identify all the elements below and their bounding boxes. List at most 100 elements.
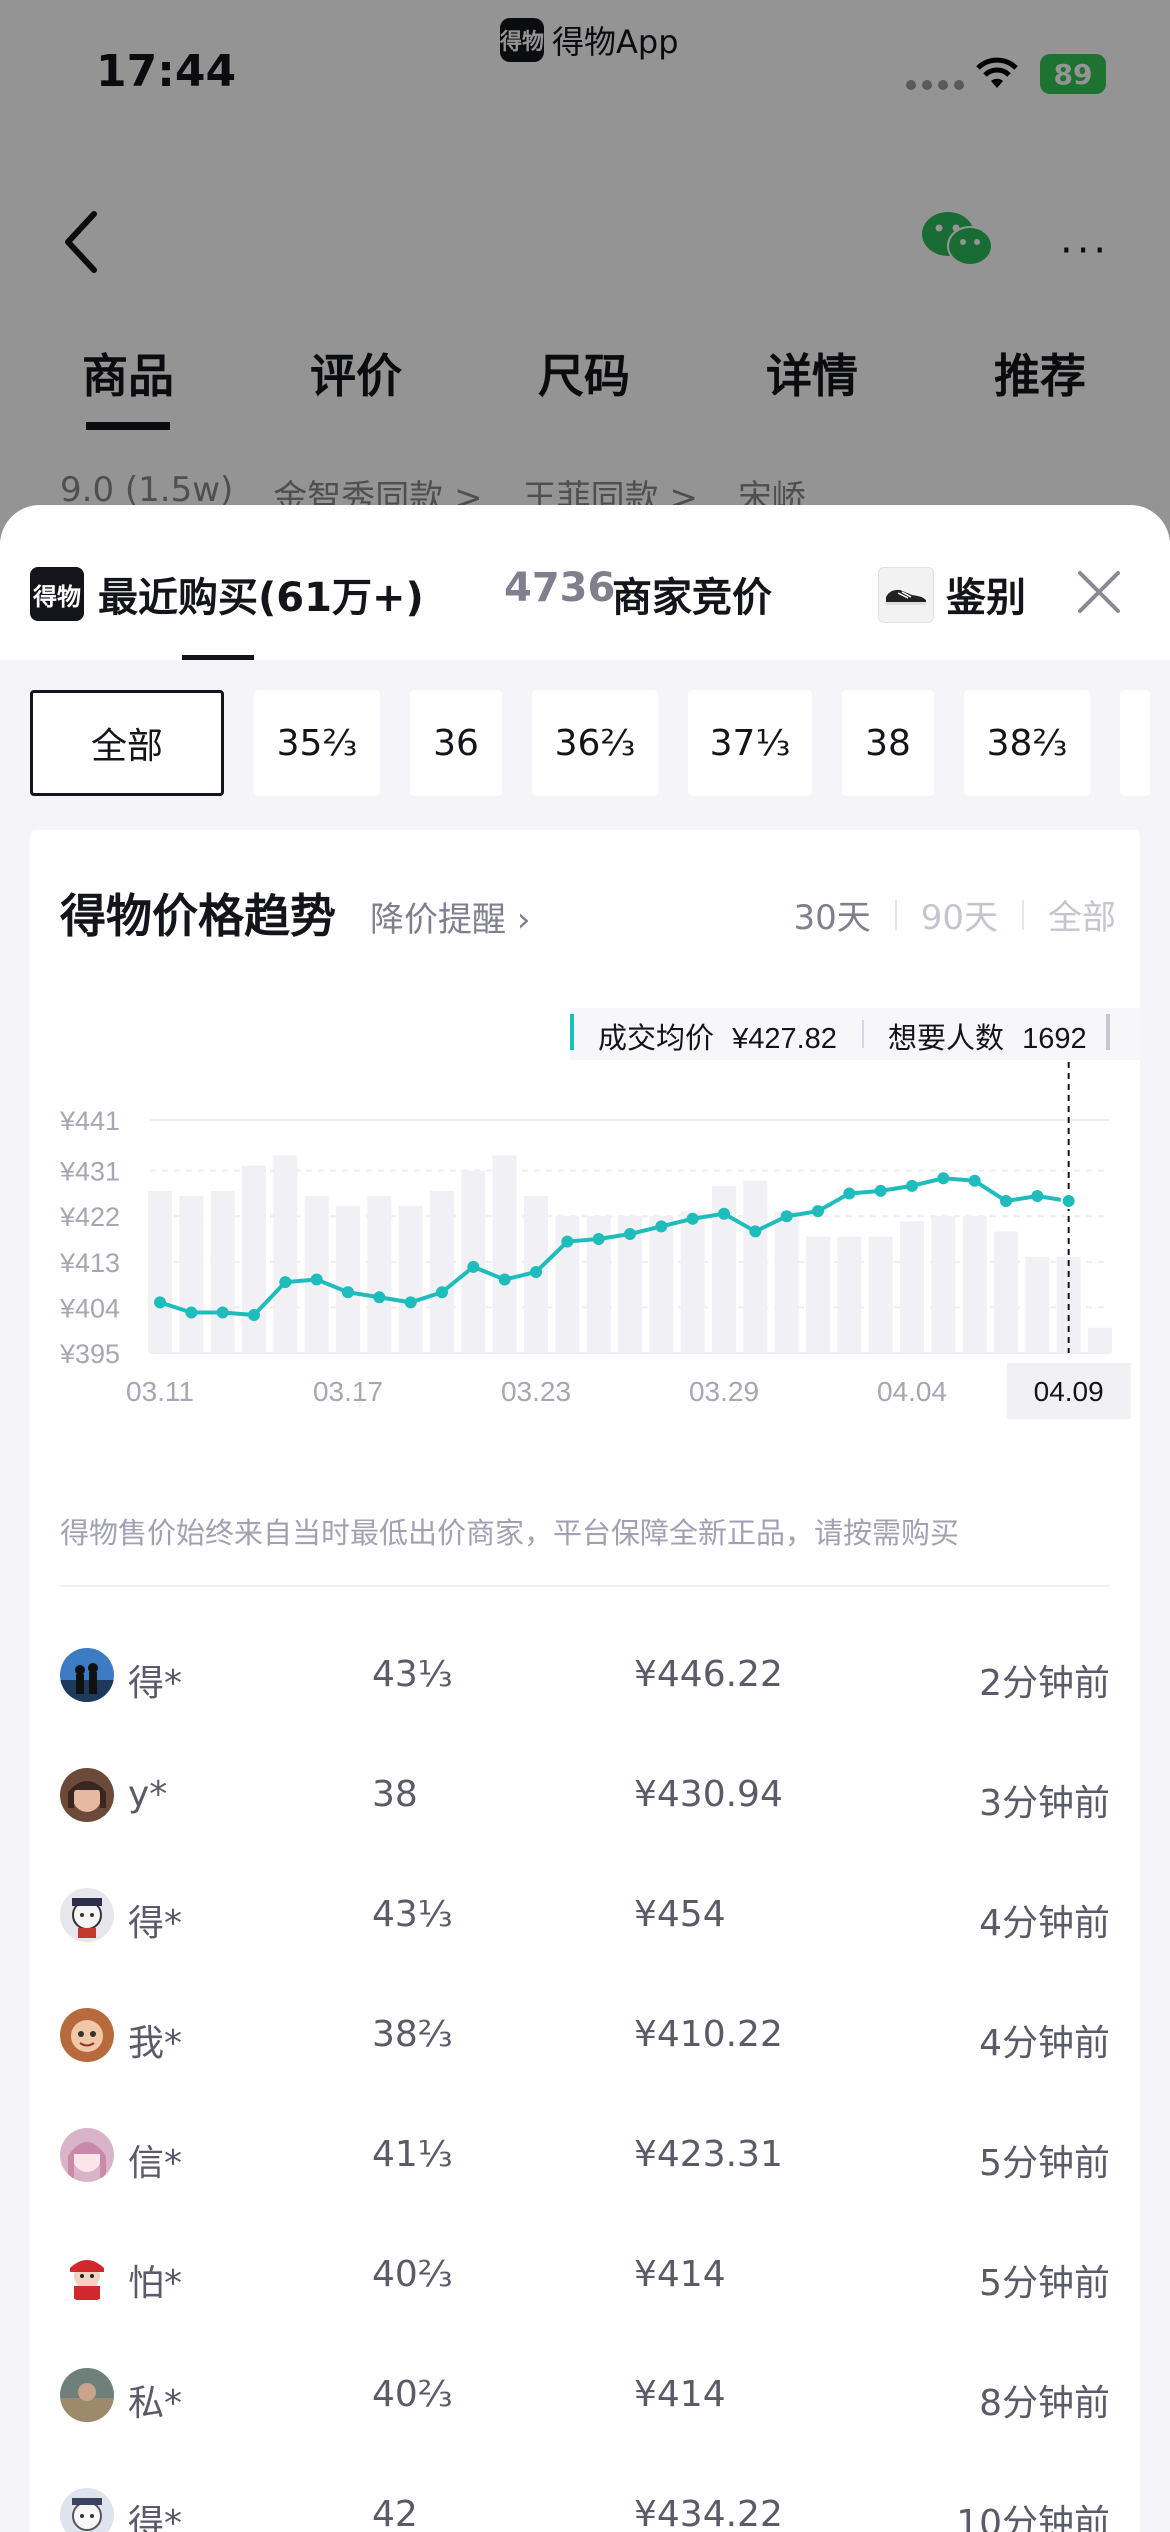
transaction-row: 我* 38⅔ ¥410.22 4分钟前 — [30, 1980, 1140, 2100]
x-tick-label: 04.09 — [1034, 1376, 1104, 1407]
volume-bar — [1025, 1256, 1050, 1353]
purchase-time: 5分钟前 — [979, 2263, 1110, 2304]
transaction-row: 得* 43⅓ ¥454 4分钟前 — [30, 1860, 1140, 1980]
y-tick-label: ¥422 — [59, 1202, 120, 1232]
range-tab-30d[interactable]: 30天 — [769, 890, 894, 939]
tooltip-divider — [862, 1020, 864, 1048]
price-alert-label: 降价提醒 — [370, 900, 506, 940]
volume-bar — [367, 1195, 392, 1353]
tooltip-avg-value: ¥427.82 — [731, 1023, 837, 1055]
price-point — [248, 1309, 260, 1322]
purchase-size: 43⅓ — [372, 1654, 453, 1695]
size-chip-partial[interactable] — [1120, 690, 1150, 796]
volume-bar — [210, 1190, 235, 1353]
transaction-row: 怕* 40⅔ ¥414 5分钟前 — [30, 2220, 1140, 2340]
trend-title: 得物价格趋势 — [60, 889, 336, 943]
size-chip[interactable]: 38 — [842, 690, 934, 796]
purchase-price: ¥446.22 — [634, 1654, 783, 1695]
purchase-size: 38 — [372, 1774, 418, 1815]
price-point — [718, 1207, 730, 1220]
tooltip-avg-label: 成交均价 — [598, 1022, 714, 1055]
y-tick-label: ¥404 — [59, 1293, 120, 1323]
x-tick-label: 04.04 — [877, 1376, 947, 1407]
purchase-time: 10分钟前 — [956, 2503, 1110, 2532]
size-chip[interactable]: 36⅔ — [532, 690, 658, 796]
x-tick-label: 03.11 — [126, 1376, 194, 1407]
price-point — [937, 1172, 950, 1185]
price-point — [874, 1184, 887, 1197]
purchase-price: ¥434.22 — [634, 2494, 783, 2532]
size-chip[interactable]: 38⅔ — [964, 690, 1090, 796]
buyer-name: 怕* — [128, 2263, 183, 2304]
price-point — [498, 1273, 511, 1286]
volume-bar — [962, 1216, 987, 1353]
y-tick-label: ¥441 — [59, 1106, 120, 1136]
price-point — [154, 1296, 166, 1309]
size-chip[interactable]: 35⅔ — [254, 690, 380, 796]
size-chip-all[interactable]: 全部 — [30, 690, 224, 796]
volume-bar — [148, 1190, 172, 1353]
tab-authentication[interactable]: 鉴别 — [946, 565, 1026, 623]
price-trend-card: 得物价格趋势 降价提醒 › 30天 90天 全部 ¥441 ¥431 ¥422 ¥41… — [30, 830, 1140, 2532]
tab-merchant-bids[interactable]: 商家竞价 — [612, 565, 772, 623]
volume-bar — [806, 1236, 830, 1353]
divider — [60, 1585, 1110, 1587]
transaction-row: 得* 42 ¥434.22 10分钟前 — [30, 2460, 1140, 2532]
purchase-price: ¥414 — [634, 2254, 726, 2295]
purchase-size: 40⅔ — [372, 2254, 453, 2295]
volume-bar — [649, 1216, 674, 1353]
price-alert-link[interactable]: 降价提醒 › — [370, 892, 530, 941]
price-point — [310, 1273, 323, 1286]
recent-purchases-sheet: 得物 最近购买(61万+) 4736 商家竞价 鉴别 全部 35⅔ 36 36⅔… — [0, 505, 1170, 2532]
volume-bar — [1088, 1327, 1112, 1353]
avatar — [60, 2008, 114, 2062]
tooltip-accent — [570, 1014, 574, 1050]
purchase-time: 3分钟前 — [979, 1783, 1110, 1824]
x-tick-label: 03.23 — [501, 1376, 571, 1407]
price-point — [373, 1291, 386, 1304]
tab-recent-purchases[interactable]: 最近购买(61万+) — [98, 565, 424, 623]
avatar — [60, 2368, 114, 2422]
chevron-right-icon: › — [516, 900, 531, 940]
price-trend-chart[interactable]: ¥441 ¥431 ¥422 ¥413 ¥404 ¥39503.11 03.17 03.23 0… — [30, 980, 1140, 1480]
price-point — [530, 1265, 542, 1278]
buyer-name: 我* — [128, 2023, 183, 2064]
purchase-size: 42 — [372, 2494, 418, 2532]
bid-count[interactable]: 4736 — [504, 565, 615, 611]
price-point — [812, 1205, 824, 1218]
price-point — [968, 1174, 981, 1187]
price-point — [749, 1225, 762, 1238]
sheet-header: 得物 最近购买(61万+) 4736 商家竞价 鉴别 — [0, 505, 1170, 660]
svg-text:想要人数 1692: 想要人数 1692 — [888, 1022, 1087, 1055]
range-tab-all[interactable]: 全部 — [1024, 890, 1140, 939]
dewu-logo-icon: 得物 — [30, 567, 84, 621]
close-icon[interactable] — [1074, 567, 1124, 617]
purchase-price: ¥423.31 — [634, 2134, 783, 2175]
purchase-price: ¥410.22 — [634, 2014, 783, 2055]
y-tick-label: ¥395 — [59, 1339, 120, 1369]
volume-bar — [179, 1195, 204, 1353]
price-point — [655, 1220, 668, 1233]
shoe-thumbnail-icon[interactable] — [878, 567, 934, 623]
avatar — [60, 2248, 114, 2302]
volume-bar — [837, 1236, 862, 1353]
y-tick-label: ¥431 — [59, 1157, 120, 1187]
sneaker-icon — [886, 589, 926, 605]
volume-bar — [774, 1211, 799, 1353]
volume-bar — [492, 1155, 517, 1353]
volume-bar — [242, 1165, 266, 1353]
price-point — [780, 1210, 793, 1223]
purchase-time: 5分钟前 — [979, 2143, 1110, 2184]
active-tab-indicator — [182, 655, 254, 660]
size-chip[interactable]: 37⅓ — [688, 690, 812, 796]
transaction-row: 私* 40⅔ ¥414 8分钟前 — [30, 2340, 1140, 2460]
transaction-row: 得* 43⅓ ¥446.22 2分钟前 — [30, 1620, 1140, 1740]
purchase-size: 43⅓ — [372, 1894, 453, 1935]
avatar — [60, 1648, 114, 1702]
purchase-size: 40⅔ — [372, 2374, 453, 2415]
range-tab-90d[interactable]: 90天 — [897, 890, 1022, 939]
volume-bar — [430, 1190, 454, 1353]
price-point — [906, 1179, 918, 1192]
size-chip[interactable]: 36 — [410, 690, 502, 796]
purchase-time: 4分钟前 — [979, 2023, 1110, 2064]
